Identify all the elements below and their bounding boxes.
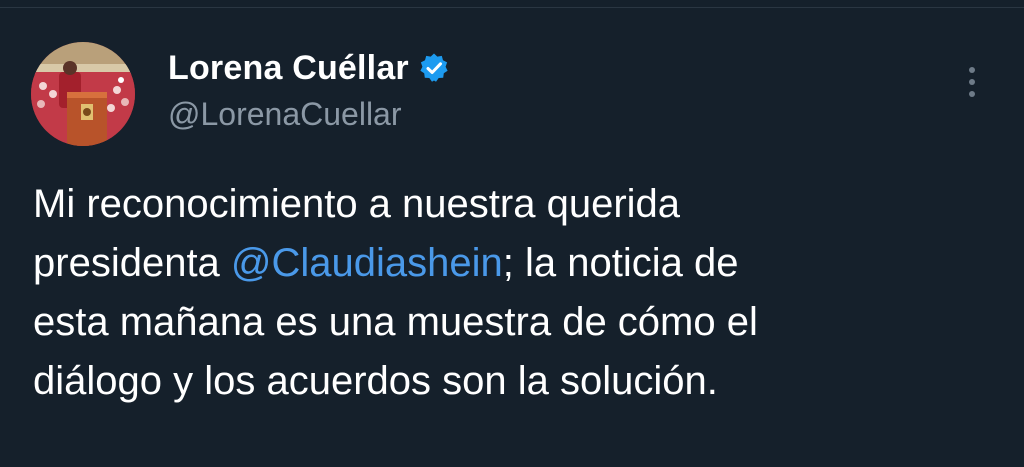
- top-divider: [0, 0, 1024, 8]
- tweet-text: Mi reconocimiento a nuestra querida pres…: [33, 175, 993, 411]
- tweet-card: Lorena Cuéllar @LorenaCuellar Mi reconoc…: [0, 0, 1024, 467]
- author-name-row[interactable]: Lorena Cuéllar: [168, 46, 450, 90]
- more-options-icon[interactable]: [960, 62, 984, 102]
- display-name[interactable]: Lorena Cuéllar: [168, 49, 409, 88]
- mention-link[interactable]: @Claudiashein: [231, 241, 503, 285]
- user-handle[interactable]: @LorenaCuellar: [168, 96, 402, 133]
- avatar[interactable]: [31, 42, 135, 146]
- avatar-image: [31, 42, 135, 146]
- verified-badge-icon: [418, 52, 450, 84]
